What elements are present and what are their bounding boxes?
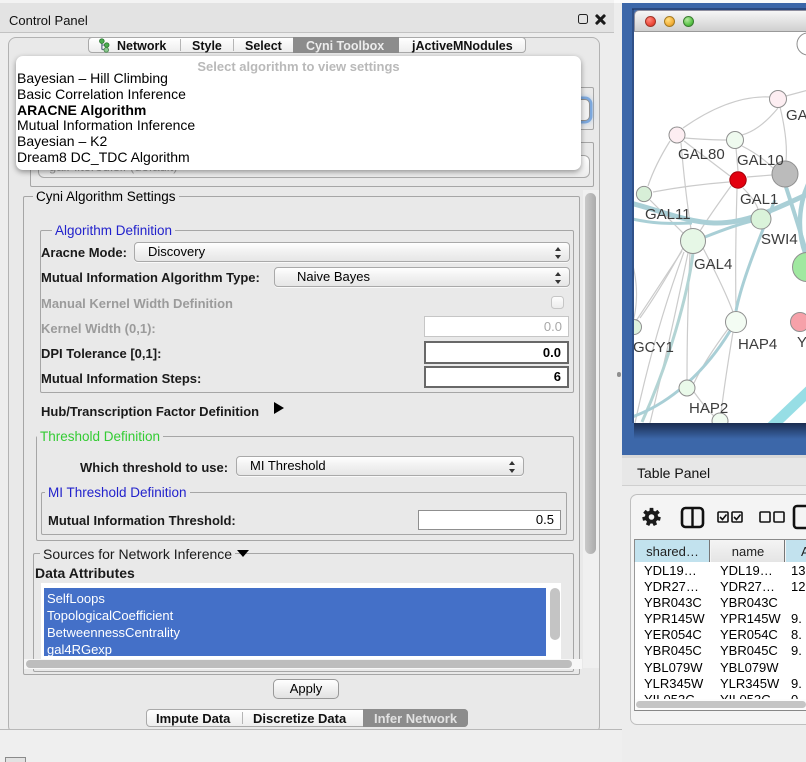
svg-text:GAL10: GAL10 bbox=[737, 152, 784, 169]
svg-text:Y: Y bbox=[797, 334, 806, 351]
svg-text:GAL7: GAL7 bbox=[786, 107, 806, 124]
svg-text:GAL80: GAL80 bbox=[678, 146, 725, 163]
svg-text:GAL4: GAL4 bbox=[694, 256, 732, 273]
svg-text:HAP4: HAP4 bbox=[738, 336, 777, 353]
svg-text:HAP2: HAP2 bbox=[689, 400, 728, 417]
svg-text:GCY1: GCY1 bbox=[634, 339, 674, 356]
svg-text:GAL1: GAL1 bbox=[740, 191, 778, 208]
svg-text:SWI4: SWI4 bbox=[761, 231, 798, 248]
svg-text:GAL11: GAL11 bbox=[645, 206, 691, 223]
